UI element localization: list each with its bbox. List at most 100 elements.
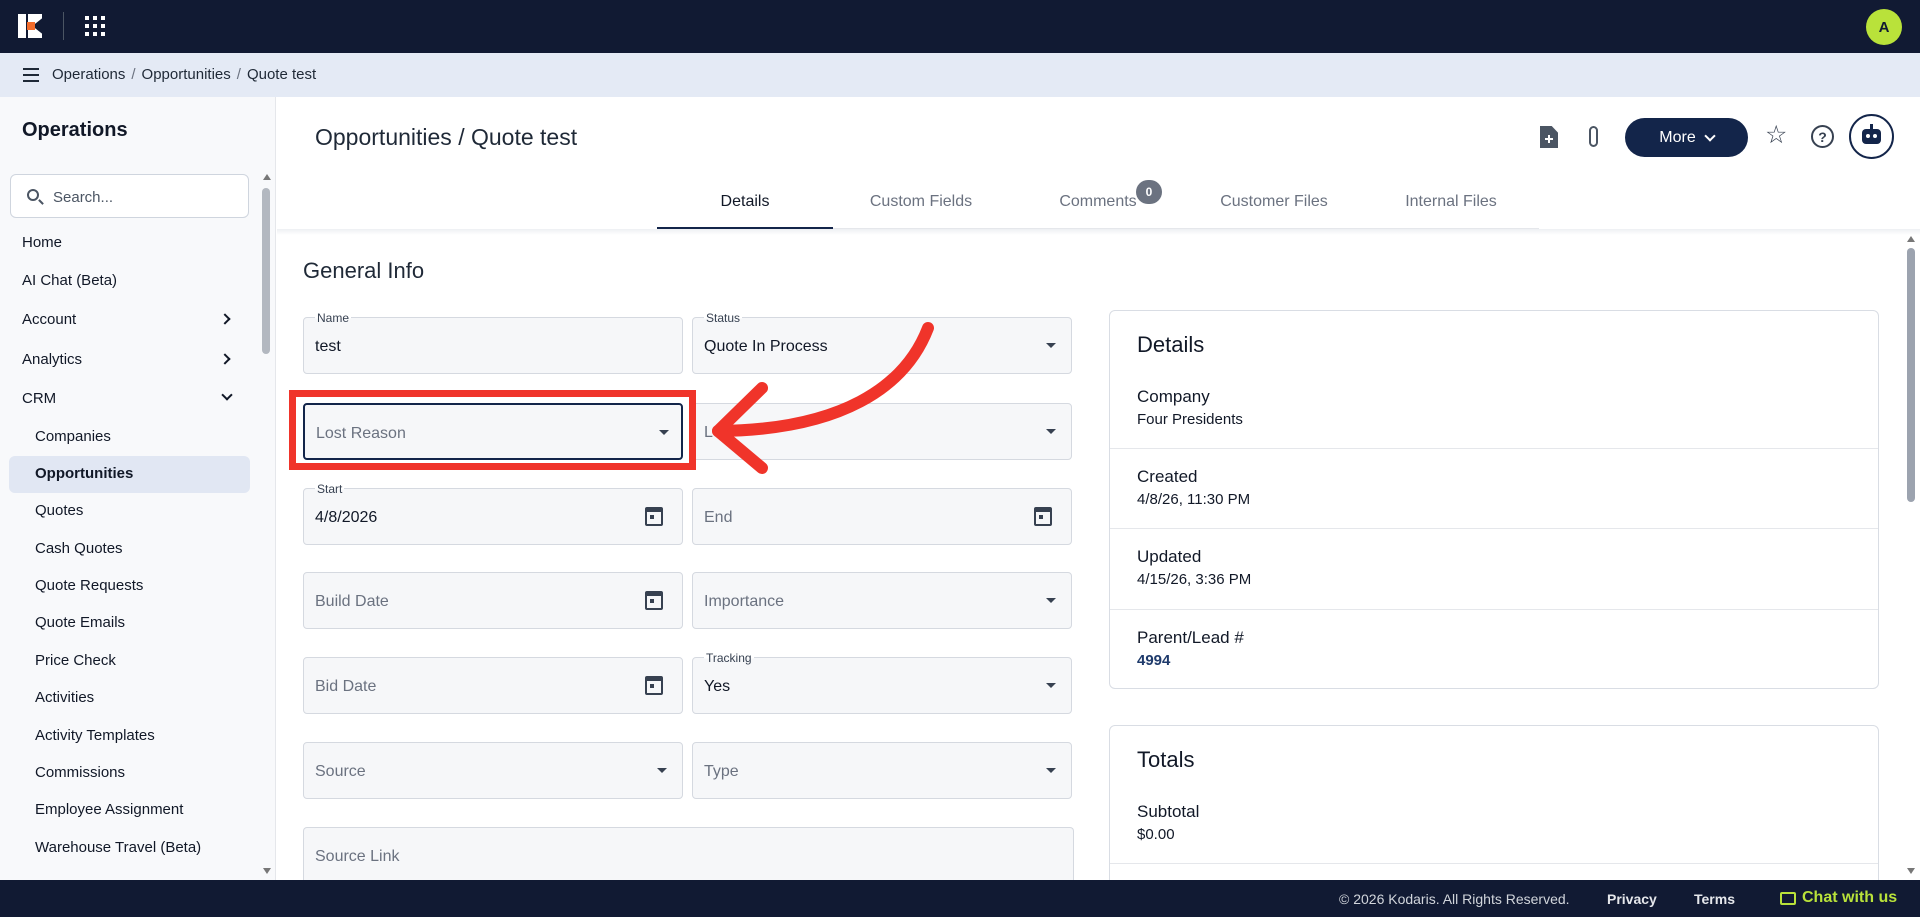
calendar-icon[interactable]: [645, 676, 663, 695]
calendar-icon[interactable]: [1034, 507, 1052, 526]
sidebar-item-account[interactable]: Account: [22, 311, 76, 328]
sidebar-item-activity-templates[interactable]: Activity Templates: [35, 727, 155, 744]
more-button[interactable]: More: [1625, 118, 1748, 157]
build-date-field[interactable]: Build Date: [303, 572, 683, 629]
sidebar-item-commissions[interactable]: Commissions: [35, 764, 125, 781]
build-date-placeholder: Build Date: [315, 593, 389, 610]
subtotal-label: Subtotal: [1137, 802, 1200, 821]
parent-row: Parent/Lead # 4994: [1110, 609, 1878, 689]
apps-grid-icon[interactable]: [85, 16, 105, 36]
chevron-down-icon: [1704, 129, 1716, 142]
type-placeholder: Type: [704, 763, 739, 780]
sidebar-item-quote-requests[interactable]: Quote Requests: [35, 577, 143, 594]
sidebar-search[interactable]: [10, 174, 249, 218]
calendar-icon[interactable]: [645, 507, 663, 526]
subtotal-value: $0.00: [1137, 826, 1175, 843]
chat-with-us-button[interactable]: Chat with us: [1780, 889, 1897, 907]
type-select[interactable]: Type: [692, 742, 1072, 799]
help-icon[interactable]: ?: [1811, 125, 1834, 148]
details-card-title: Details: [1137, 332, 1205, 357]
sidebar-item-activities[interactable]: Activities: [35, 689, 94, 706]
main-scroll-down[interactable]: [1907, 868, 1915, 874]
sidebar-item-warehouse-travel[interactable]: Warehouse Travel (Beta): [35, 839, 201, 856]
tab-details[interactable]: Details: [657, 183, 833, 229]
source-link-field[interactable]: Source Link: [303, 827, 1074, 880]
sidebar-scrollbar[interactable]: [262, 188, 270, 354]
breadcrumb: Operations / Opportunities / Quote test: [52, 66, 317, 83]
parent-lead-link[interactable]: 4994: [1137, 652, 1170, 669]
privacy-link[interactable]: Privacy: [1607, 891, 1657, 907]
chat-label: Chat with us: [1802, 889, 1898, 906]
sidebar-search-input[interactable]: [53, 185, 238, 209]
kodaris-logo[interactable]: [18, 14, 42, 38]
annotation-arrow-icon: [712, 322, 934, 474]
sidebar: Operations Home AI Chat (Beta) Account A…: [0, 97, 276, 880]
source-link-placeholder: Source Link: [315, 848, 400, 865]
breadcrumb-operations[interactable]: Operations: [52, 66, 125, 83]
terms-link[interactable]: Terms: [1694, 891, 1735, 907]
sidebar-item-employee-assignment[interactable]: Employee Assignment: [35, 801, 183, 818]
tab-customer-files[interactable]: Customer Files: [1186, 183, 1362, 229]
chevron-right-icon[interactable]: [219, 353, 231, 365]
add-document-icon[interactable]: [1537, 124, 1561, 150]
sidebar-item-analytics[interactable]: Analytics: [22, 351, 82, 368]
hamburger-menu-icon[interactable]: [23, 68, 39, 82]
importance-placeholder: Importance: [704, 593, 785, 610]
tracking-label: Tracking: [704, 651, 754, 665]
ai-assistant-button[interactable]: [1849, 114, 1894, 159]
breadcrumb-opportunities[interactable]: Opportunities: [142, 66, 231, 83]
importance-select[interactable]: Importance: [692, 572, 1072, 629]
dropdown-arrow-icon: [1046, 768, 1056, 773]
updated-value: 4/15/26, 3:36 PM: [1137, 571, 1252, 588]
copyright-text: © 2026 Kodaris. All Rights Reserved.: [1339, 891, 1570, 907]
name-field-value: test: [315, 338, 341, 355]
sidebar-item-home[interactable]: Home: [22, 234, 62, 251]
breadcrumb-current: Quote test: [246, 66, 317, 83]
chat-icon: [1780, 891, 1796, 905]
sidebar-item-companies[interactable]: Companies: [35, 428, 111, 445]
sidebar-item-quotes[interactable]: Quotes: [35, 502, 83, 519]
sidebar-item-crm[interactable]: CRM: [22, 390, 56, 407]
parent-lead-label: Parent/Lead #: [1137, 628, 1244, 647]
totals-card: Totals Subtotal $0.00: [1109, 725, 1879, 895]
name-field[interactable]: Name test: [303, 311, 683, 374]
user-avatar[interactable]: A: [1866, 9, 1902, 45]
sidebar-scroll-down[interactable]: [263, 868, 271, 874]
source-placeholder: Source: [315, 763, 366, 780]
page-title: Opportunities / Quote test: [315, 124, 578, 150]
chevron-right-icon[interactable]: [219, 313, 231, 325]
tab-internal-files[interactable]: Internal Files: [1363, 183, 1539, 229]
main-scrollbar[interactable]: [1907, 248, 1915, 502]
end-date-field[interactable]: End: [692, 488, 1072, 545]
dropdown-arrow-icon: [657, 768, 667, 773]
updated-label: Updated: [1137, 547, 1202, 566]
tracking-select[interactable]: Tracking Yes: [692, 651, 1072, 714]
comments-count-badge: 0: [1136, 180, 1162, 204]
main-scroll-up[interactable]: [1907, 236, 1915, 242]
details-card: Details Company Four Presidents Created …: [1109, 310, 1879, 689]
dropdown-arrow-icon: [1046, 429, 1056, 434]
chevron-down-icon[interactable]: [221, 389, 233, 401]
created-row: Created 4/8/26, 11:30 PM: [1110, 448, 1878, 528]
bid-date-field[interactable]: Bid Date: [303, 657, 683, 714]
sidebar-item-quote-emails[interactable]: Quote Emails: [35, 614, 125, 631]
dropdown-arrow-icon: [1046, 343, 1056, 348]
source-select[interactable]: Source: [303, 742, 683, 799]
sidebar-item-ai-chat[interactable]: AI Chat (Beta): [22, 272, 117, 289]
tab-custom-fields[interactable]: Custom Fields: [833, 183, 1009, 229]
start-date-field[interactable]: Start 4/8/2026: [303, 482, 683, 545]
sidebar-scroll-up[interactable]: [263, 174, 271, 180]
end-date-placeholder: End: [704, 509, 733, 526]
created-label: Created: [1137, 467, 1198, 486]
sidebar-item-price-check[interactable]: Price Check: [35, 652, 116, 669]
star-icon[interactable]: ☆: [1765, 123, 1787, 148]
annotation-highlight-box: [289, 390, 696, 470]
calendar-icon[interactable]: [645, 591, 663, 610]
paperclip-icon[interactable]: [1582, 124, 1606, 150]
sidebar-item-cash-quotes[interactable]: Cash Quotes: [35, 540, 123, 557]
updated-row: Updated 4/15/26, 3:36 PM: [1110, 528, 1878, 608]
sidebar-item-opportunities[interactable]: Opportunities: [35, 465, 133, 482]
general-info-title: General Info: [303, 258, 425, 283]
dropdown-arrow-icon: [1046, 683, 1056, 688]
breadcrumb-bar: Operations / Opportunities / Quote test: [0, 53, 1920, 97]
